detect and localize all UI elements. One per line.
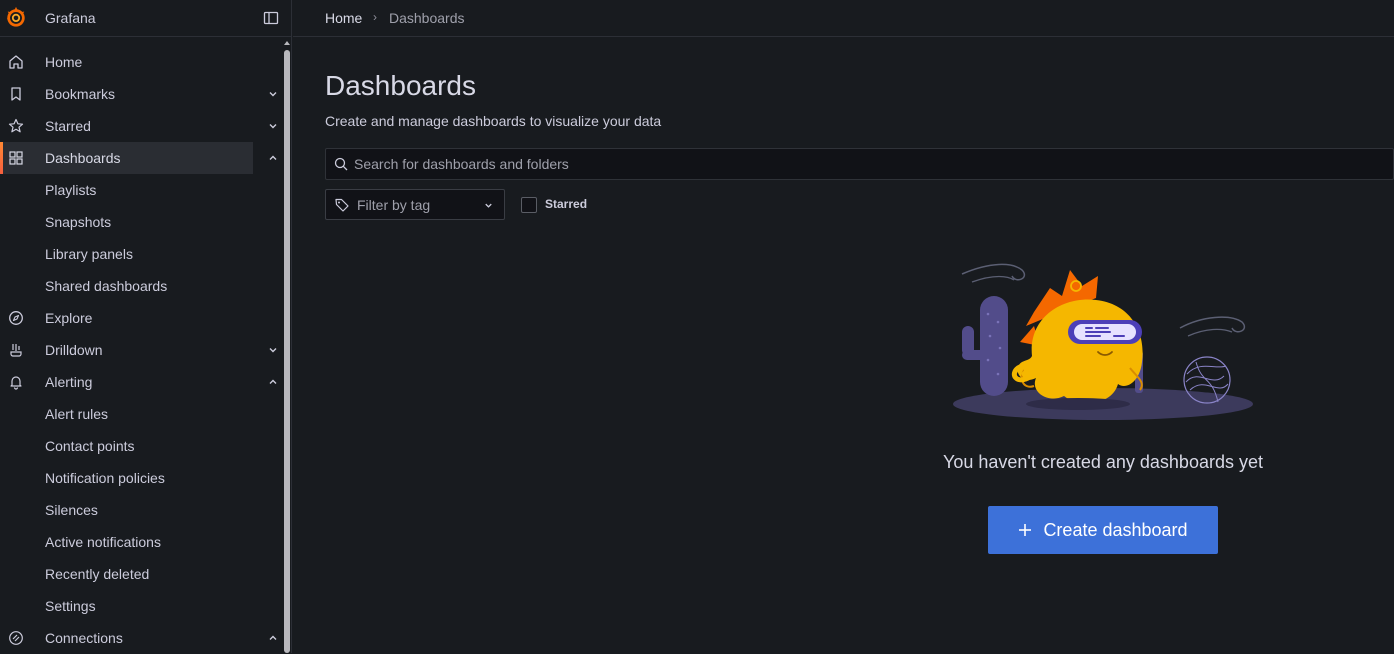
create-dashboard-label: Create dashboard [1043, 519, 1188, 540]
nav-subitem-alert-rules[interactable]: Alert rules [45, 398, 108, 430]
nav-item-connections[interactable]: Connections [0, 622, 253, 654]
nav-label-alerting: Alerting [45, 374, 93, 390]
star-icon [8, 118, 24, 133]
filter-by-tag-label: Filter by tag [357, 197, 431, 213]
breadcrumb-separator: › [373, 10, 377, 24]
compass-icon [9, 311, 23, 325]
nav-label-home: Home [45, 54, 83, 70]
nav-subitem-snapshots[interactable]: Snapshots [45, 206, 111, 238]
breadcrumb-current: Dashboards [389, 10, 465, 26]
nav-item-dashboards[interactable]: Dashboards [0, 142, 253, 174]
link-icon [9, 631, 23, 645]
nav-subitem-library-panels[interactable]: Library panels [45, 238, 133, 270]
nav-subitem-silences[interactable]: Silences [45, 494, 98, 526]
chevron-down-icon[interactable] [267, 344, 279, 356]
nav-label-drilldown: Drilldown [45, 342, 103, 358]
nav-label-dashboards: Dashboards [45, 150, 121, 166]
main-content: Dashboards Create and manage dashboards … [325, 38, 1394, 653]
nav-subitem-playlists[interactable]: Playlists [45, 174, 96, 206]
nav-subitem-recently-deleted[interactable]: Recently deleted [45, 558, 149, 590]
scroll-up-arrow-icon[interactable] [284, 40, 290, 46]
plus-icon [1019, 524, 1032, 536]
create-dashboard-button[interactable]: Create dashboard [988, 506, 1218, 554]
nav-item-starred[interactable]: Starred [0, 110, 253, 142]
chevron-up-icon[interactable] [267, 632, 279, 644]
top-bar: Home › Dashboards [293, 0, 1394, 37]
tag-icon [335, 198, 349, 212]
nav-item-explore[interactable]: Explore [0, 302, 253, 334]
nav-item-bookmarks[interactable]: Bookmarks [0, 78, 253, 110]
nav-label-explore: Explore [45, 310, 93, 326]
nav-subitem-notification-policies[interactable]: Notification policies [45, 462, 165, 494]
empty-state-illustration [953, 263, 1253, 420]
starred-checkbox-label[interactable]: Starred [545, 197, 587, 211]
empty-state-message: You haven't created any dashboards yet [942, 452, 1263, 472]
page-title: Dashboards [325, 70, 476, 101]
search-icon [334, 157, 348, 171]
app-name: Grafana [45, 10, 96, 26]
dock-icon[interactable] [263, 10, 279, 26]
sidebar: Grafana Home Bookmarks Starred Dashboard… [0, 0, 292, 653]
bookmark-icon [11, 87, 21, 101]
filter-by-tag-select[interactable]: Filter by tag [325, 189, 505, 220]
chevron-down-icon[interactable] [267, 88, 279, 100]
page-subtitle: Create and manage dashboards to visualiz… [325, 113, 662, 129]
chevron-down-icon [485, 203, 492, 208]
nav-label-connections: Connections [45, 630, 123, 646]
sidebar-scrollbar[interactable] [284, 40, 290, 653]
nav-label-starred: Starred [45, 118, 91, 134]
nav-subitem-shared-dashboards[interactable]: Shared dashboards [45, 270, 167, 302]
search-input[interactable] [354, 149, 1254, 179]
nav-subitem-active-notifications[interactable]: Active notifications [45, 526, 161, 558]
home-icon [9, 55, 23, 69]
bell-icon [10, 376, 22, 390]
nav-item-alerting[interactable]: Alerting [0, 366, 253, 398]
grafana-logo[interactable] [5, 6, 27, 28]
nav-subitem-contact-points[interactable]: Contact points [45, 430, 135, 462]
nav-label-bookmarks: Bookmarks [45, 86, 116, 102]
chevron-up-icon[interactable] [267, 152, 279, 164]
search-box[interactable] [325, 148, 1394, 180]
apps-icon [9, 151, 23, 165]
nav-subitem-settings[interactable]: Settings [45, 590, 96, 622]
chevron-up-icon[interactable] [267, 376, 279, 388]
chevron-down-icon[interactable] [267, 120, 279, 132]
nav-item-home[interactable]: Home [0, 46, 253, 78]
nav-item-drilldown[interactable]: Drilldown [0, 334, 253, 366]
scroll-thumb[interactable] [284, 50, 290, 653]
sidebar-header: Grafana [0, 0, 291, 37]
breadcrumb-home[interactable]: Home [325, 10, 362, 26]
starred-checkbox[interactable] [521, 197, 537, 213]
drilldown-icon [10, 344, 22, 357]
